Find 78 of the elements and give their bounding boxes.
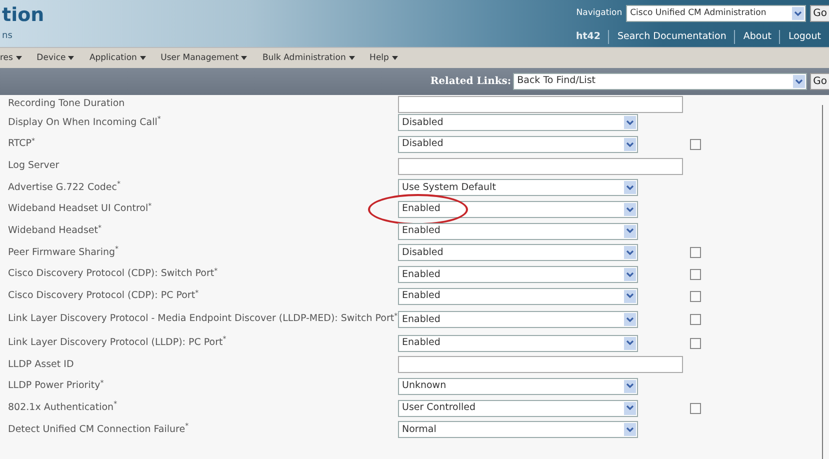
field-label: Display On When Incoming Call$^{*}$ [7, 118, 162, 128]
select-field[interactable]: Enabled [398, 201, 638, 218]
input-field[interactable] [398, 158, 683, 175]
field-label: 802.1x Authentication$^{*}$ [7, 402, 118, 414]
go-button[interactable]: Go [810, 73, 829, 90]
field-label: LLDP Asset ID [7, 360, 75, 370]
caret-icon [624, 380, 636, 393]
select-field[interactable]: Enabled [398, 311, 638, 328]
menu-item[interactable]: res [0, 52, 22, 64]
select-field[interactable]: Disabled [398, 114, 638, 132]
field-label: Wideband Headset UI Control$^{*}$ [7, 204, 153, 215]
menu-item[interactable]: Application [89, 52, 146, 64]
select-field[interactable]: Enabled [398, 222, 638, 240]
checkbox[interactable] [690, 290, 701, 302]
header-link[interactable]: Logout [779, 30, 829, 44]
field-label: Advertise G.722 Codec$^{*}$ [7, 182, 122, 194]
select-field[interactable]: Normal [398, 421, 638, 438]
caret-icon [624, 336, 636, 350]
header-link[interactable]: About [734, 30, 780, 44]
caret-icon [241, 54, 248, 62]
select-field[interactable]: Disabled [398, 136, 638, 154]
checkbox[interactable] [690, 247, 701, 258]
select-field[interactable]: User Controlled [398, 400, 638, 417]
caret-icon [16, 54, 22, 62]
page-subtitle: ns [2, 30, 12, 43]
field-label: Log Server [7, 161, 60, 172]
input-field[interactable] [398, 96, 683, 112]
caret-icon [624, 203, 636, 216]
field-label: Wideband Headset$^{*}$ [7, 226, 102, 236]
field-label: Cisco Discovery Protocol (CDP): PC Port$^{*}$ [7, 291, 200, 302]
menu-item[interactable]: User Management [160, 52, 248, 64]
navigation-label: Navigation [576, 7, 622, 20]
checkbox[interactable] [690, 314, 701, 326]
menu-item[interactable]: Bulk Administration [262, 52, 355, 64]
caret-icon [624, 268, 636, 282]
caret-icon [140, 54, 146, 62]
checkbox[interactable] [690, 269, 701, 280]
caret-icon [624, 138, 636, 152]
user-name: ht42 [574, 30, 602, 44]
caret-icon [792, 7, 804, 20]
page-title: tion [2, 6, 44, 25]
caret-icon [624, 116, 636, 130]
caret-icon [348, 54, 355, 62]
field-label: Detect Unified CM Connection Failure$^{*}$ [7, 424, 190, 435]
caret-icon [624, 423, 636, 436]
select-field[interactable]: Enabled [398, 334, 638, 352]
menu-item[interactable]: Help [370, 52, 398, 64]
go-button[interactable]: Go [810, 5, 829, 22]
caret-icon [624, 181, 636, 194]
checkbox[interactable] [690, 139, 701, 150]
related-links-label: Related Links: [430, 75, 512, 89]
select-field[interactable]: Unknown [398, 378, 638, 395]
caret-icon [624, 313, 636, 326]
field-label: Link Layer Discovery Protocol (LLDP): PC Port$^{*}$ [7, 338, 228, 348]
field-label: LLDP Power Priority$^{*}$ [7, 381, 105, 392]
select-field[interactable]: Enabled [398, 266, 638, 284]
header-link[interactable]: Search Documentation [608, 30, 734, 44]
field-label: Link Layer Discovery Protocol - Media Endpoint Discover (LLDP-MED): Switch Port$^{*}$ [7, 314, 398, 325]
navigation-select[interactable]: Cisco Unified CM Administration [626, 5, 806, 22]
field-label: Peer Firmware Sharing$^{*}$ [7, 248, 120, 258]
select-field[interactable]: Enabled [398, 288, 638, 305]
caret-icon [624, 224, 636, 238]
checkbox[interactable] [690, 402, 701, 414]
caret-icon [624, 402, 636, 415]
checkbox[interactable] [690, 338, 701, 349]
caret-icon [793, 75, 806, 88]
input-field[interactable] [398, 356, 683, 374]
caret-icon [624, 246, 636, 260]
caret-icon [68, 54, 74, 62]
field-label: RTCP$^{*}$ [7, 139, 36, 150]
field-label: Cisco Discovery Protocol (CDP): Switch Port$^{*}$ [7, 269, 219, 280]
field-label: Recording Tone Duration [7, 98, 126, 110]
menu-item[interactable]: Device [36, 52, 74, 64]
caret-icon [624, 290, 636, 303]
related-links-select[interactable]: Back To Find/List [513, 73, 808, 90]
caret-icon [392, 54, 398, 62]
select-field[interactable]: Disabled [398, 244, 638, 262]
select-field[interactable]: Use System Default [398, 179, 638, 196]
